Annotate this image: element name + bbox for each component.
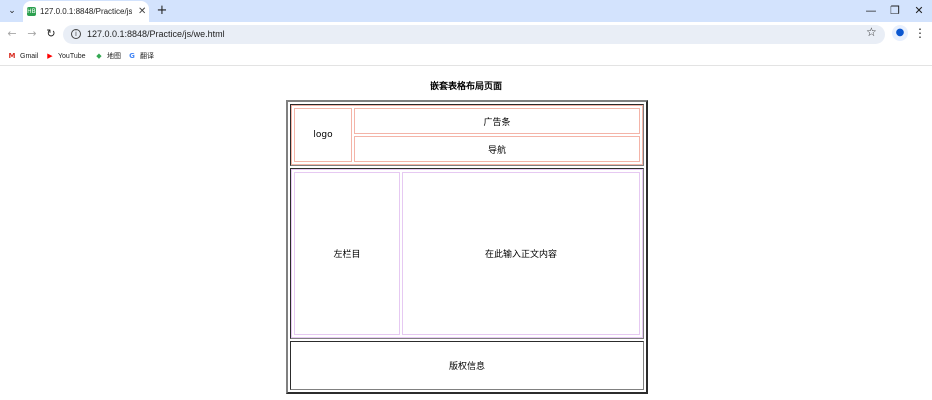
site-favicon-icon: HB (27, 7, 36, 16)
logo-cell: logo (294, 108, 352, 162)
bookmark-gmail[interactable]: M Gmail (7, 50, 39, 62)
footer-cell: 版权信息 (290, 341, 644, 390)
minimize-button[interactable]: — (862, 3, 880, 19)
bookmarks-bar: M Gmail ▶ YouTube ◆ 地图 G 翻译 (0, 46, 932, 66)
ad-banner-cell: 广告条 (354, 108, 640, 134)
profile-avatar-icon[interactable]: ● (892, 25, 908, 41)
site-info-icon[interactable]: i (71, 29, 81, 39)
bookmark-maps[interactable]: ◆ 地图 (94, 50, 121, 62)
browser-toolbar: ← → ↻ i 127.0.0.1:8848/Practice/js/we.ht… (0, 22, 932, 46)
new-tab-button[interactable]: + (154, 3, 170, 19)
forward-button[interactable]: → (24, 26, 40, 42)
back-button[interactable]: ← (4, 26, 20, 42)
address-bar[interactable]: i 127.0.0.1:8848/Practice/js/we.html (63, 25, 885, 44)
body-cell: 左栏目 在此输入正文内容 (290, 168, 644, 339)
nav-cell: 导航 (354, 136, 640, 162)
youtube-icon: ▶ (47, 51, 53, 60)
bookmark-label: Gmail (20, 52, 39, 60)
bookmark-label: 地图 (107, 53, 121, 60)
layout-table: logo 广告条 导航 左栏目 在此输入正文内容 版权信息 (286, 100, 648, 394)
bookmark-star-icon[interactable]: ☆ (866, 25, 877, 39)
active-tab[interactable]: HB 127.0.0.1:8848/Practice/js/we.html ✕ (23, 1, 149, 22)
bookmark-label: 翻译 (140, 53, 154, 60)
tab-close-icon[interactable]: ✕ (138, 6, 146, 17)
bookmark-label: YouTube (58, 52, 86, 60)
tab-strip: ⌄ HB 127.0.0.1:8848/Practice/js/we.html … (0, 0, 932, 22)
maps-icon: ◆ (96, 51, 102, 60)
bookmark-youtube[interactable]: ▶ YouTube (45, 50, 86, 62)
gmail-icon: M (8, 51, 16, 60)
browser-menu-icon[interactable]: ⋮ (914, 25, 926, 41)
body-table: 左栏目 在此输入正文内容 (291, 169, 643, 338)
tab-search-button[interactable]: ⌄ (4, 3, 20, 19)
main-content-cell: 在此输入正文内容 (402, 172, 640, 335)
url-text[interactable]: 127.0.0.1:8848/Practice/js/we.html (87, 29, 225, 39)
reload-button[interactable]: ↻ (43, 26, 59, 42)
header-cell: logo 广告条 导航 (290, 104, 644, 166)
header-table: logo 广告条 导航 (291, 105, 643, 165)
bookmark-translate[interactable]: G 翻译 (127, 50, 154, 62)
window-close-button[interactable]: ✕ (910, 3, 928, 19)
page-title: 嵌套表格布局页面 (429, 82, 502, 92)
restore-button[interactable]: ❐ (886, 3, 904, 19)
left-column-cell: 左栏目 (294, 172, 400, 335)
translate-icon: G (129, 51, 135, 60)
tab-title: 127.0.0.1:8848/Practice/js/we.html (40, 7, 132, 16)
